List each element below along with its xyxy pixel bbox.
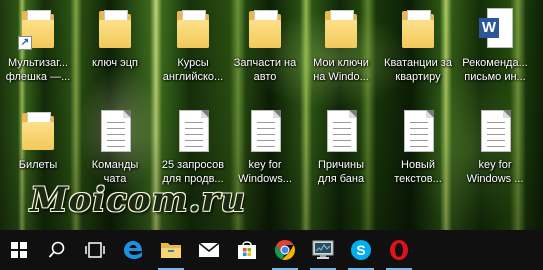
- opera-button[interactable]: [380, 230, 418, 270]
- search-icon: [48, 241, 65, 258]
- icon-label: Новый текстов...: [394, 159, 442, 185]
- desktop-icon-new-text-document[interactable]: Новый текстов...: [380, 110, 456, 186]
- taskbar: S: [0, 230, 543, 270]
- icon-label: Курсы английско...: [162, 57, 224, 83]
- edge-icon: [124, 241, 142, 259]
- icon-label: ключ эцп: [91, 57, 139, 69]
- task-view-icon: [85, 242, 105, 258]
- icon-label: Мультизаг... флешка —...: [5, 57, 71, 83]
- folder-icon: [400, 8, 436, 52]
- icon-label: Билеты: [18, 159, 58, 171]
- mail-button[interactable]: [190, 230, 228, 270]
- site-watermark: Moicom.ru: [30, 180, 247, 220]
- folder-icon: [20, 110, 56, 154]
- store-button[interactable]: [228, 230, 266, 270]
- text-document-icon: [477, 110, 513, 154]
- desktop-icon-25-queries[interactable]: 25 запросов для продв...: [155, 110, 231, 186]
- folder-icon: [247, 8, 283, 52]
- store-icon: [238, 241, 256, 259]
- text-document-icon: [175, 110, 211, 154]
- icon-label: Запчасти на авто: [233, 57, 297, 83]
- task-view-button[interactable]: [76, 230, 114, 270]
- file-explorer-icon: [161, 243, 181, 258]
- chrome-icon: [274, 239, 296, 260]
- desktop-icon-car-parts[interactable]: Запчасти на авто: [227, 8, 303, 84]
- icon-label: Кватанции за квартиру: [384, 57, 452, 83]
- folder-icon: [175, 8, 211, 52]
- svg-text:S: S: [356, 242, 365, 258]
- desktop-icon-windows-keys[interactable]: Мои ключи на Windo...: [303, 8, 379, 84]
- desktop-icon-recommendation-letter[interactable]: W Рекоменда... письмо ин...: [457, 8, 533, 84]
- text-document-icon: [400, 110, 436, 154]
- desktop-icon-tickets[interactable]: Билеты: [0, 110, 76, 172]
- skype-button[interactable]: S: [342, 230, 380, 270]
- desktop-icon-english-courses[interactable]: Курсы английско...: [155, 8, 231, 84]
- monitor-app-button[interactable]: [304, 230, 342, 270]
- edge-taskbar-button[interactable]: [114, 230, 152, 270]
- icon-label: key for Windows ...: [466, 159, 524, 185]
- chrome-button[interactable]: [266, 230, 304, 270]
- opera-icon: [390, 240, 408, 260]
- start-icon: [11, 242, 27, 258]
- text-document-icon: [97, 110, 133, 154]
- text-document-icon: [247, 110, 283, 154]
- text-document-icon: [323, 110, 359, 154]
- folder-shortcut-icon: ↗: [18, 8, 56, 52]
- desktop-icon-key-for-windows-2[interactable]: key for Windows ...: [457, 110, 533, 186]
- desktop: ↗ Мультизаг... флешка —... ключ эцп Курсы…: [0, 0, 543, 230]
- word-document-icon: W: [477, 8, 513, 52]
- icon-label: Причины для бана: [317, 159, 365, 185]
- desktop-icon-apartment-receipts[interactable]: Кватанции за квартиру: [380, 8, 456, 84]
- start-button[interactable]: [0, 230, 38, 270]
- skype-icon: S: [351, 240, 371, 260]
- folder-icon: [323, 8, 359, 52]
- mail-icon: [198, 242, 220, 257]
- desktop-icon-chat-commands[interactable]: Команды чата: [77, 110, 153, 186]
- folder-icon: [97, 8, 133, 52]
- search-button[interactable]: [38, 230, 76, 270]
- icon-label: Рекоменда... письмо ин...: [462, 57, 528, 83]
- monitor-app-icon: [312, 240, 334, 259]
- icon-label: Мои ключи на Windo...: [313, 57, 369, 83]
- desktop-icon-ban-reasons[interactable]: Причины для бана: [303, 110, 379, 186]
- desktop-icon-multiboot-flash[interactable]: ↗ Мультизаг... флешка —...: [0, 8, 76, 84]
- desktop-icon-ecp-key[interactable]: ключ эцп: [77, 8, 153, 70]
- desktop-icon-key-for-windows[interactable]: key for Windows...: [227, 110, 303, 186]
- file-explorer-button[interactable]: [152, 230, 190, 270]
